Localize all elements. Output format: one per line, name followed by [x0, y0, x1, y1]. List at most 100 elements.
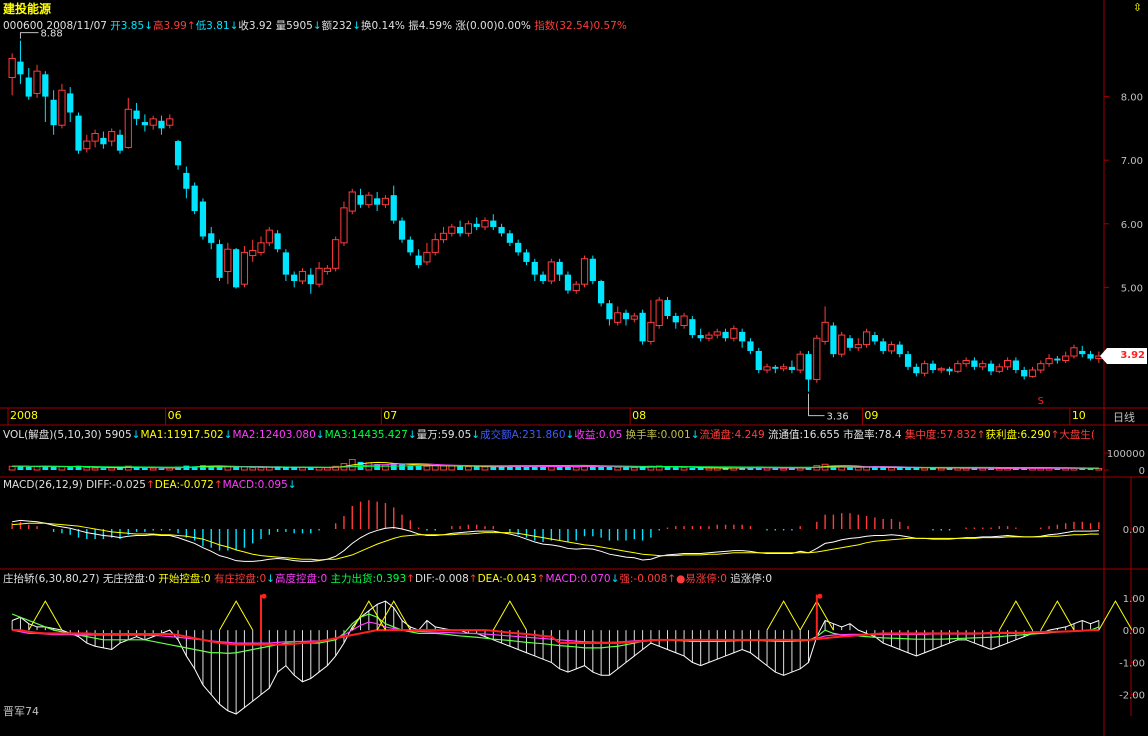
candle-body	[747, 341, 754, 351]
vol-segment: ↓	[223, 429, 233, 441]
candle-body	[58, 89, 66, 126]
candle-body	[589, 258, 596, 281]
candle-body	[913, 366, 920, 374]
candle-body	[739, 331, 746, 342]
volume-bar	[672, 467, 679, 470]
candle-body	[830, 325, 837, 355]
vol-segment: 大盘生(	[1059, 429, 1095, 441]
candle-body	[282, 252, 290, 275]
candle-body	[348, 191, 356, 212]
candle-body	[1028, 369, 1037, 377]
candle-body	[340, 207, 348, 244]
price-tick-label: 7.00	[1121, 156, 1143, 167]
candle-body	[946, 368, 953, 372]
candle-body	[672, 315, 679, 323]
macd-segment: MACD(26,12,9)	[3, 479, 87, 491]
macd-segment: ↑	[213, 479, 223, 491]
ind-segment: 有庄控盘:0	[213, 573, 267, 585]
candle-body	[639, 312, 646, 342]
volume-bar	[149, 467, 157, 471]
footer-name: 晋军74	[3, 705, 39, 718]
candle-body	[257, 242, 265, 253]
candle-body	[929, 363, 937, 371]
macd-tick-label: 0.00	[1123, 525, 1145, 536]
candle-body	[423, 251, 431, 263]
candle-body	[523, 252, 530, 262]
candle-body	[705, 334, 713, 339]
month-label: 09	[864, 409, 878, 422]
candle-body	[730, 328, 738, 339]
candle-body	[606, 303, 613, 320]
indicator-tick-label: 1.00	[1123, 594, 1145, 605]
candle-body	[25, 77, 32, 97]
candle-body	[1079, 350, 1086, 355]
candle-body	[216, 244, 223, 278]
candle-body	[398, 220, 406, 240]
ind-segment: 庄抬轿(6,30,80,27)	[3, 573, 103, 585]
high-label: 8.88	[40, 29, 62, 40]
macd-segment: ↑	[145, 479, 155, 491]
candle-body	[622, 312, 630, 320]
volume-bar	[323, 467, 331, 471]
indicator-red-flag-dot	[817, 593, 823, 599]
candle-body	[937, 368, 945, 371]
candle-body	[655, 299, 663, 327]
candle-body	[274, 233, 281, 250]
volume-tick-label: 0	[1139, 466, 1145, 477]
volume-bar	[431, 465, 439, 471]
candle-body	[1070, 347, 1078, 357]
volume-bar	[415, 465, 422, 470]
month-label: 07	[383, 409, 397, 422]
candle-body	[407, 239, 414, 253]
indicator-yellow-peak	[492, 600, 527, 631]
candle-body	[971, 360, 978, 367]
volume-bar	[158, 468, 165, 470]
candle-body	[307, 274, 314, 285]
macd-dea-line	[12, 522, 1099, 561]
candle-body	[249, 249, 257, 257]
period-label[interactable]: 日线	[1113, 409, 1135, 425]
candle-body	[995, 366, 1003, 372]
candle-body	[547, 261, 555, 282]
candle-body	[755, 350, 762, 371]
indicator-yellow-peak	[219, 600, 254, 631]
volume-bar	[780, 467, 788, 471]
candle-body	[50, 99, 57, 126]
chart-canvas[interactable]: 8.00 7.00 6.00 5.00 8.88 3.36 S 2008 06 07 08 09 10 1…	[0, 0, 1148, 736]
month-label: 08	[632, 409, 646, 422]
candle-body	[962, 359, 970, 365]
candle-body	[954, 363, 962, 372]
candle-body	[664, 300, 671, 316]
volume-bar	[523, 466, 530, 470]
ind-segment: 主力出货:0.393	[330, 573, 407, 585]
volume-bar	[291, 467, 298, 470]
volume-bar	[888, 467, 895, 471]
volume-tick-label: 100000	[1107, 449, 1145, 460]
candle-body	[108, 131, 116, 142]
volume-bar	[572, 466, 580, 471]
candle-body	[439, 232, 448, 241]
volume-bar	[299, 467, 306, 471]
candle-body	[166, 118, 174, 126]
volume-bar	[141, 467, 148, 470]
candle-body	[17, 61, 24, 75]
volume-bar	[680, 467, 688, 471]
candle-body	[298, 270, 307, 282]
candle-body	[821, 321, 829, 342]
candle-body	[813, 337, 821, 381]
candle-body	[83, 140, 91, 150]
volume-bar	[946, 468, 953, 470]
vol-segment: 量万:59.05	[416, 429, 472, 441]
volume-indicator-row: VOL(解盘)(5,10,30) 5905↓MA1:11917.502↓MA2:…	[3, 427, 1103, 442]
candle-body	[564, 274, 572, 291]
candle-body	[75, 115, 82, 151]
vol-segment: 5905	[104, 429, 132, 441]
volume-bar	[464, 466, 472, 471]
candle-body	[291, 274, 298, 281]
volume-bar	[630, 467, 638, 471]
volume-bar	[91, 467, 99, 471]
candle-body	[1021, 370, 1028, 377]
volume-bar	[100, 468, 107, 470]
candle-body	[208, 233, 215, 243]
volume-bar	[423, 465, 431, 471]
